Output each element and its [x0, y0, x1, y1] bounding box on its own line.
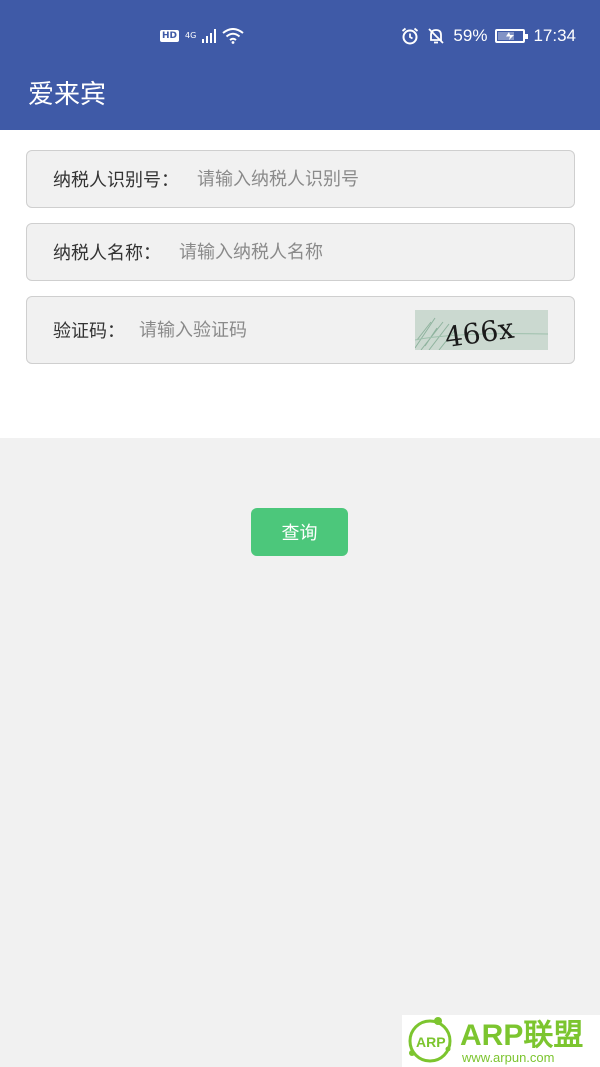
bell-muted-icon — [428, 28, 445, 44]
taxpayer-id-input[interactable] — [197, 168, 457, 190]
taxpayer-name-label: 纳税人名称： — [53, 243, 161, 264]
arp-url: www.arpun.com — [461, 1050, 554, 1065]
query-button[interactable]: 查询 — [251, 508, 348, 556]
taxpayer-name-field[interactable]: 纳税人名称： — [26, 223, 575, 281]
battery-level — [498, 32, 514, 40]
status-left: HD 4G — [160, 22, 244, 50]
captcha-graphic: 466x — [415, 310, 548, 350]
signal-icon — [202, 29, 217, 43]
page-title: 爱来宾 — [28, 80, 107, 110]
network-type: 4G — [185, 31, 197, 40]
arp-watermark: ARP ARP联盟 www.arpun.com — [402, 1015, 600, 1067]
arp-brand: ARP联盟 — [460, 1019, 583, 1052]
wifi-icon — [222, 28, 244, 44]
status-bar: HD 4G 59% 17:34 — [0, 0, 600, 70]
captcha-field[interactable]: 验证码： 466x — [26, 296, 575, 364]
status-right: 59% 17:34 — [401, 22, 576, 50]
hd-badge: HD — [160, 30, 180, 42]
alarm-icon — [402, 27, 419, 45]
app-toolbar: 爱来宾 — [0, 70, 600, 130]
arp-badge: ARP — [416, 1034, 446, 1050]
captcha-input[interactable] — [139, 319, 369, 341]
battery-icon — [495, 29, 529, 43]
captcha-label: 验证码： — [53, 321, 125, 342]
battery-percent: 59% — [453, 26, 488, 45]
captcha-image[interactable]: 466x — [415, 310, 548, 350]
taxpayer-id-label: 纳税人识别号： — [53, 170, 179, 191]
taxpayer-name-input[interactable] — [179, 241, 439, 263]
query-form: 纳税人识别号： 纳税人名称： 验证码： 466x 查询 — [0, 130, 600, 556]
clock: 17:34 — [533, 26, 576, 45]
taxpayer-id-field[interactable]: 纳税人识别号： — [26, 150, 575, 208]
arp-logo: ARP ARP联盟 www.arpun.com — [408, 1017, 583, 1065]
